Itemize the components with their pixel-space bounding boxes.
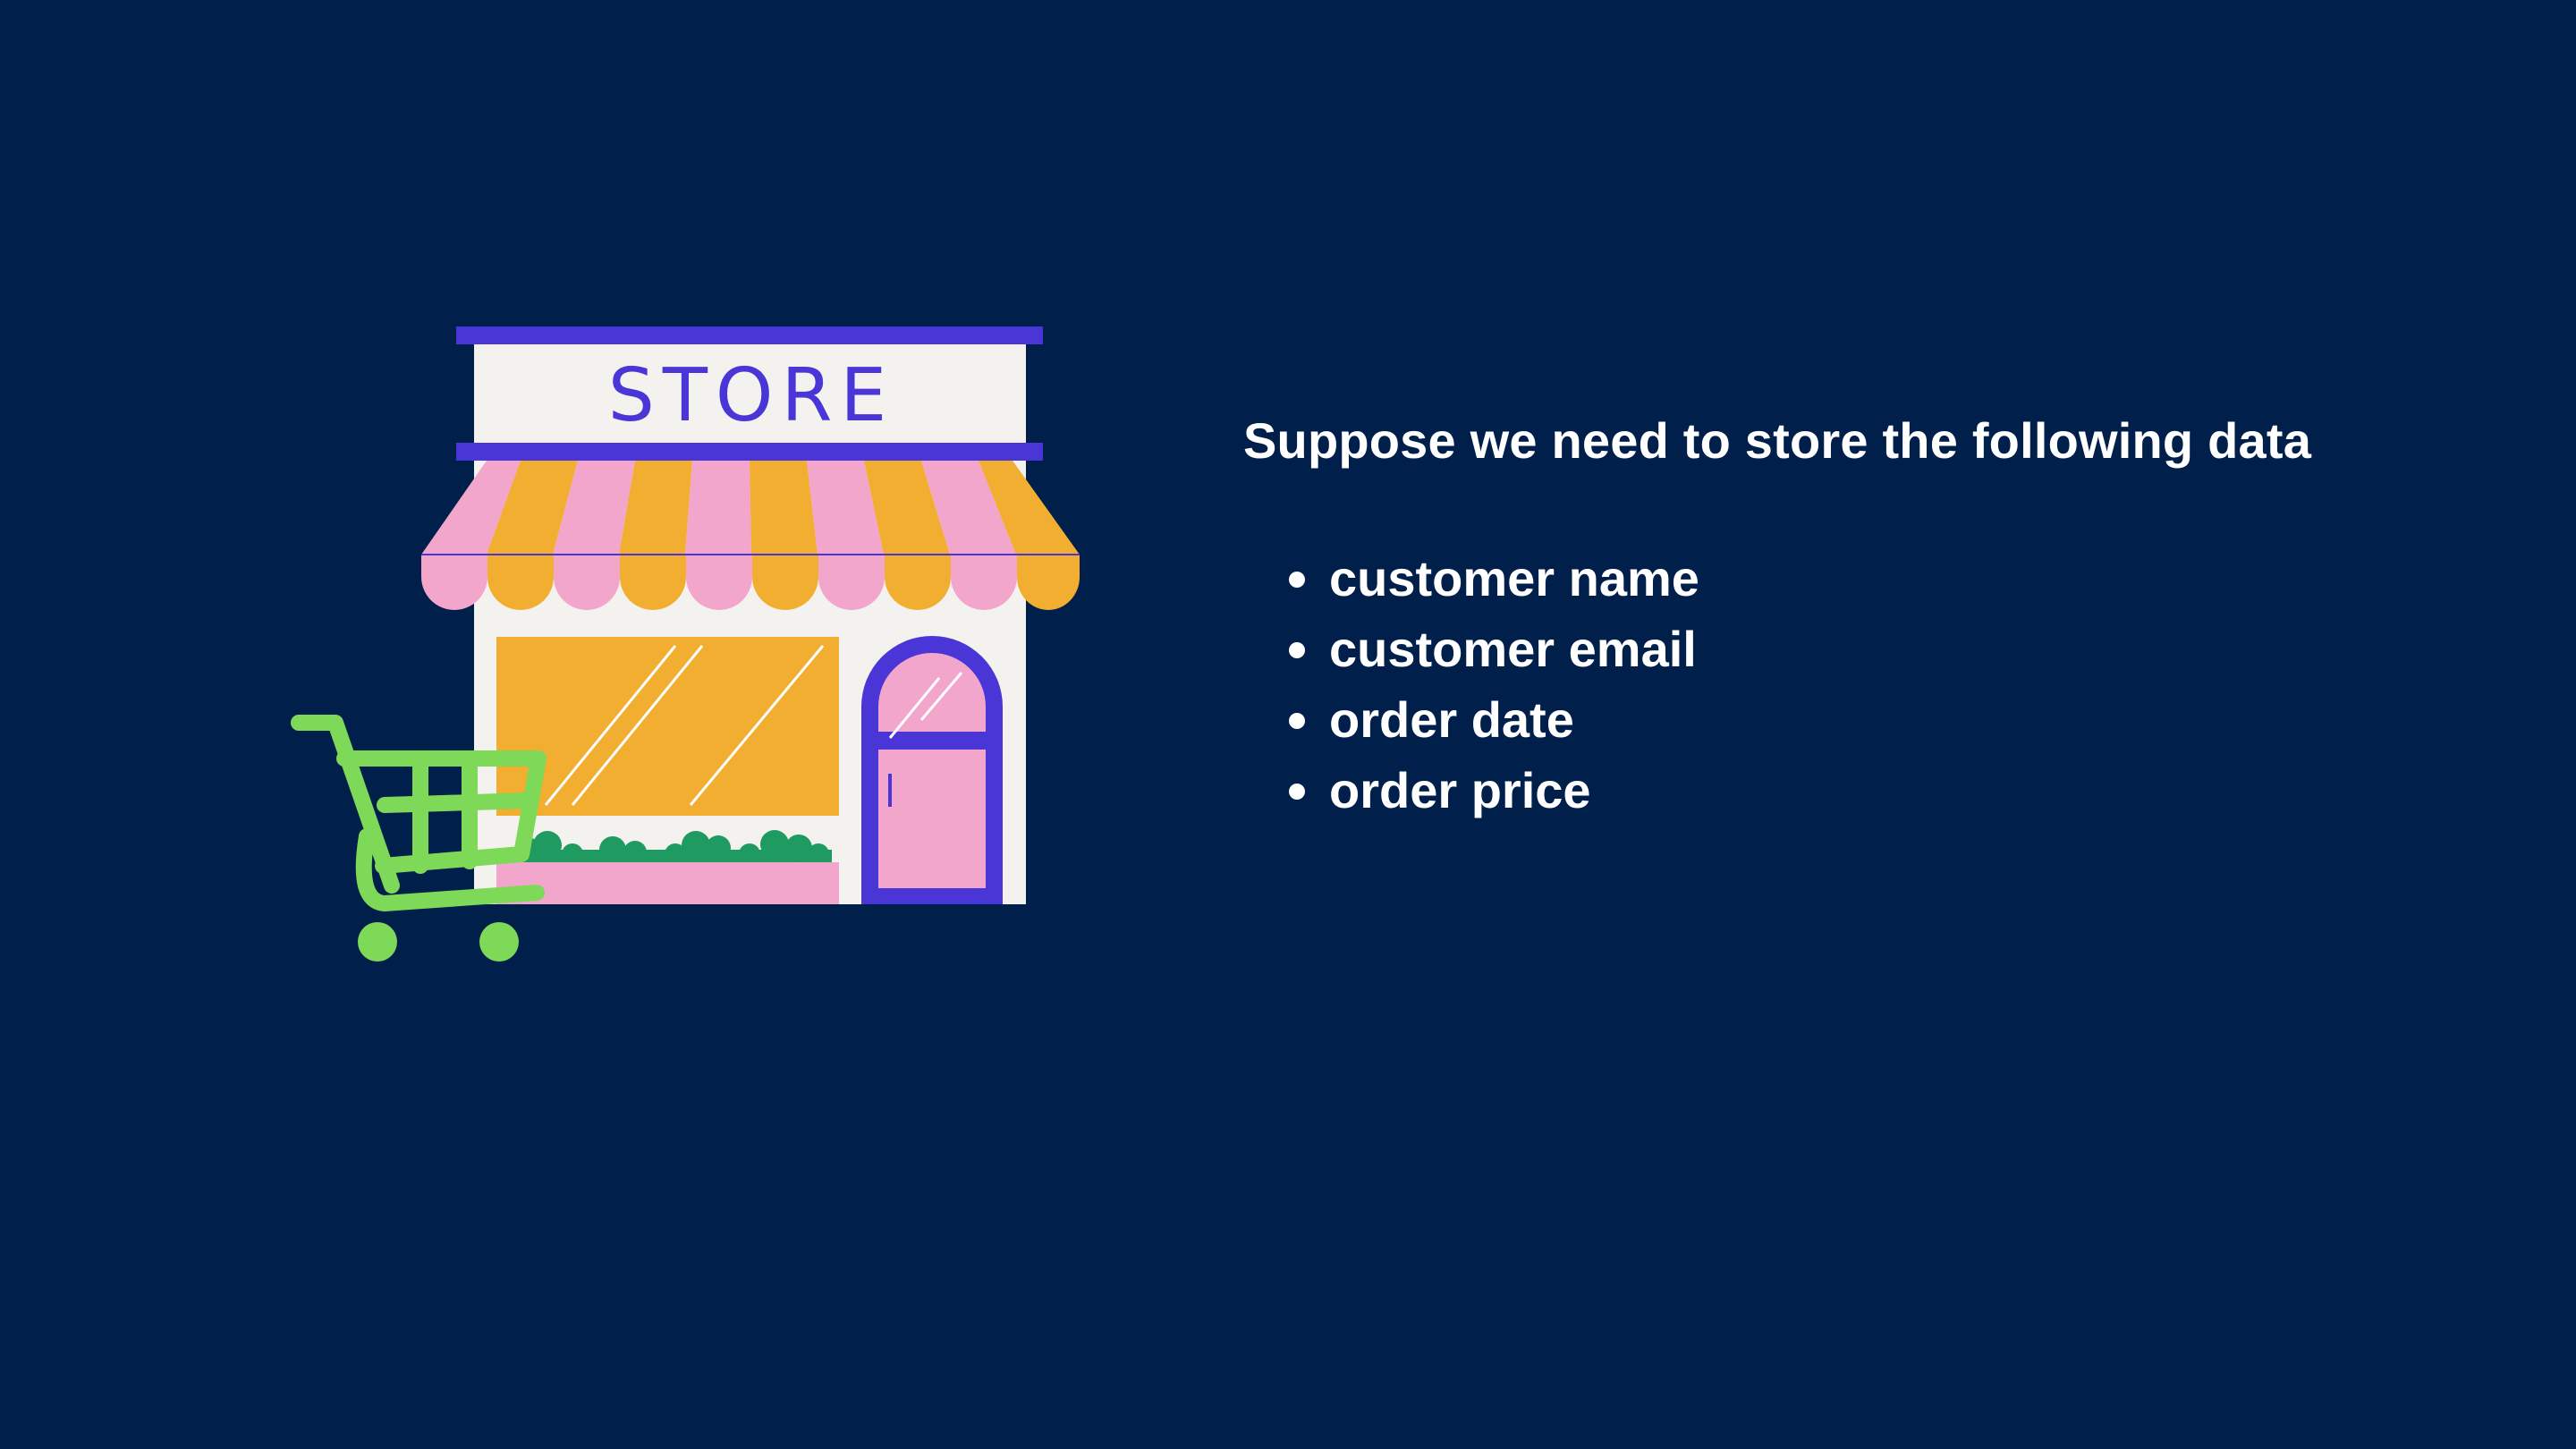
bullet-icon [1289,784,1305,800]
window-planter [496,862,839,904]
storefront-illustration: STORE [291,326,1080,962]
list-item-customer-name: customer name [1243,543,2540,614]
store-awning [421,461,1080,610]
store-roof-bar [456,326,1043,344]
data-fields-list: customer name customer email order date … [1243,543,2540,826]
list-item-label: order date [1329,691,1574,748]
bullet-icon [1289,713,1305,729]
page-heading: Suppose we need to store the following d… [1243,412,2312,469]
store-sign-bar [456,443,1043,461]
list-item-label: customer name [1329,550,1699,606]
list-item-label: order price [1329,762,1591,818]
list-item-label: customer email [1329,621,1697,677]
content-panel: Suppose we need to store the following d… [1243,407,2540,826]
slide: STORE Suppose we need to store the follo… [0,0,2576,1449]
store-window [496,637,839,904]
store-door [861,636,1003,904]
bullet-icon [1289,642,1305,658]
bullet-icon [1289,572,1305,588]
list-item-order-date: order date [1243,684,2540,755]
list-item-customer-email: customer email [1243,614,2540,684]
store-sign-text: STORE [608,353,894,438]
list-item-order-price: order price [1243,755,2540,826]
